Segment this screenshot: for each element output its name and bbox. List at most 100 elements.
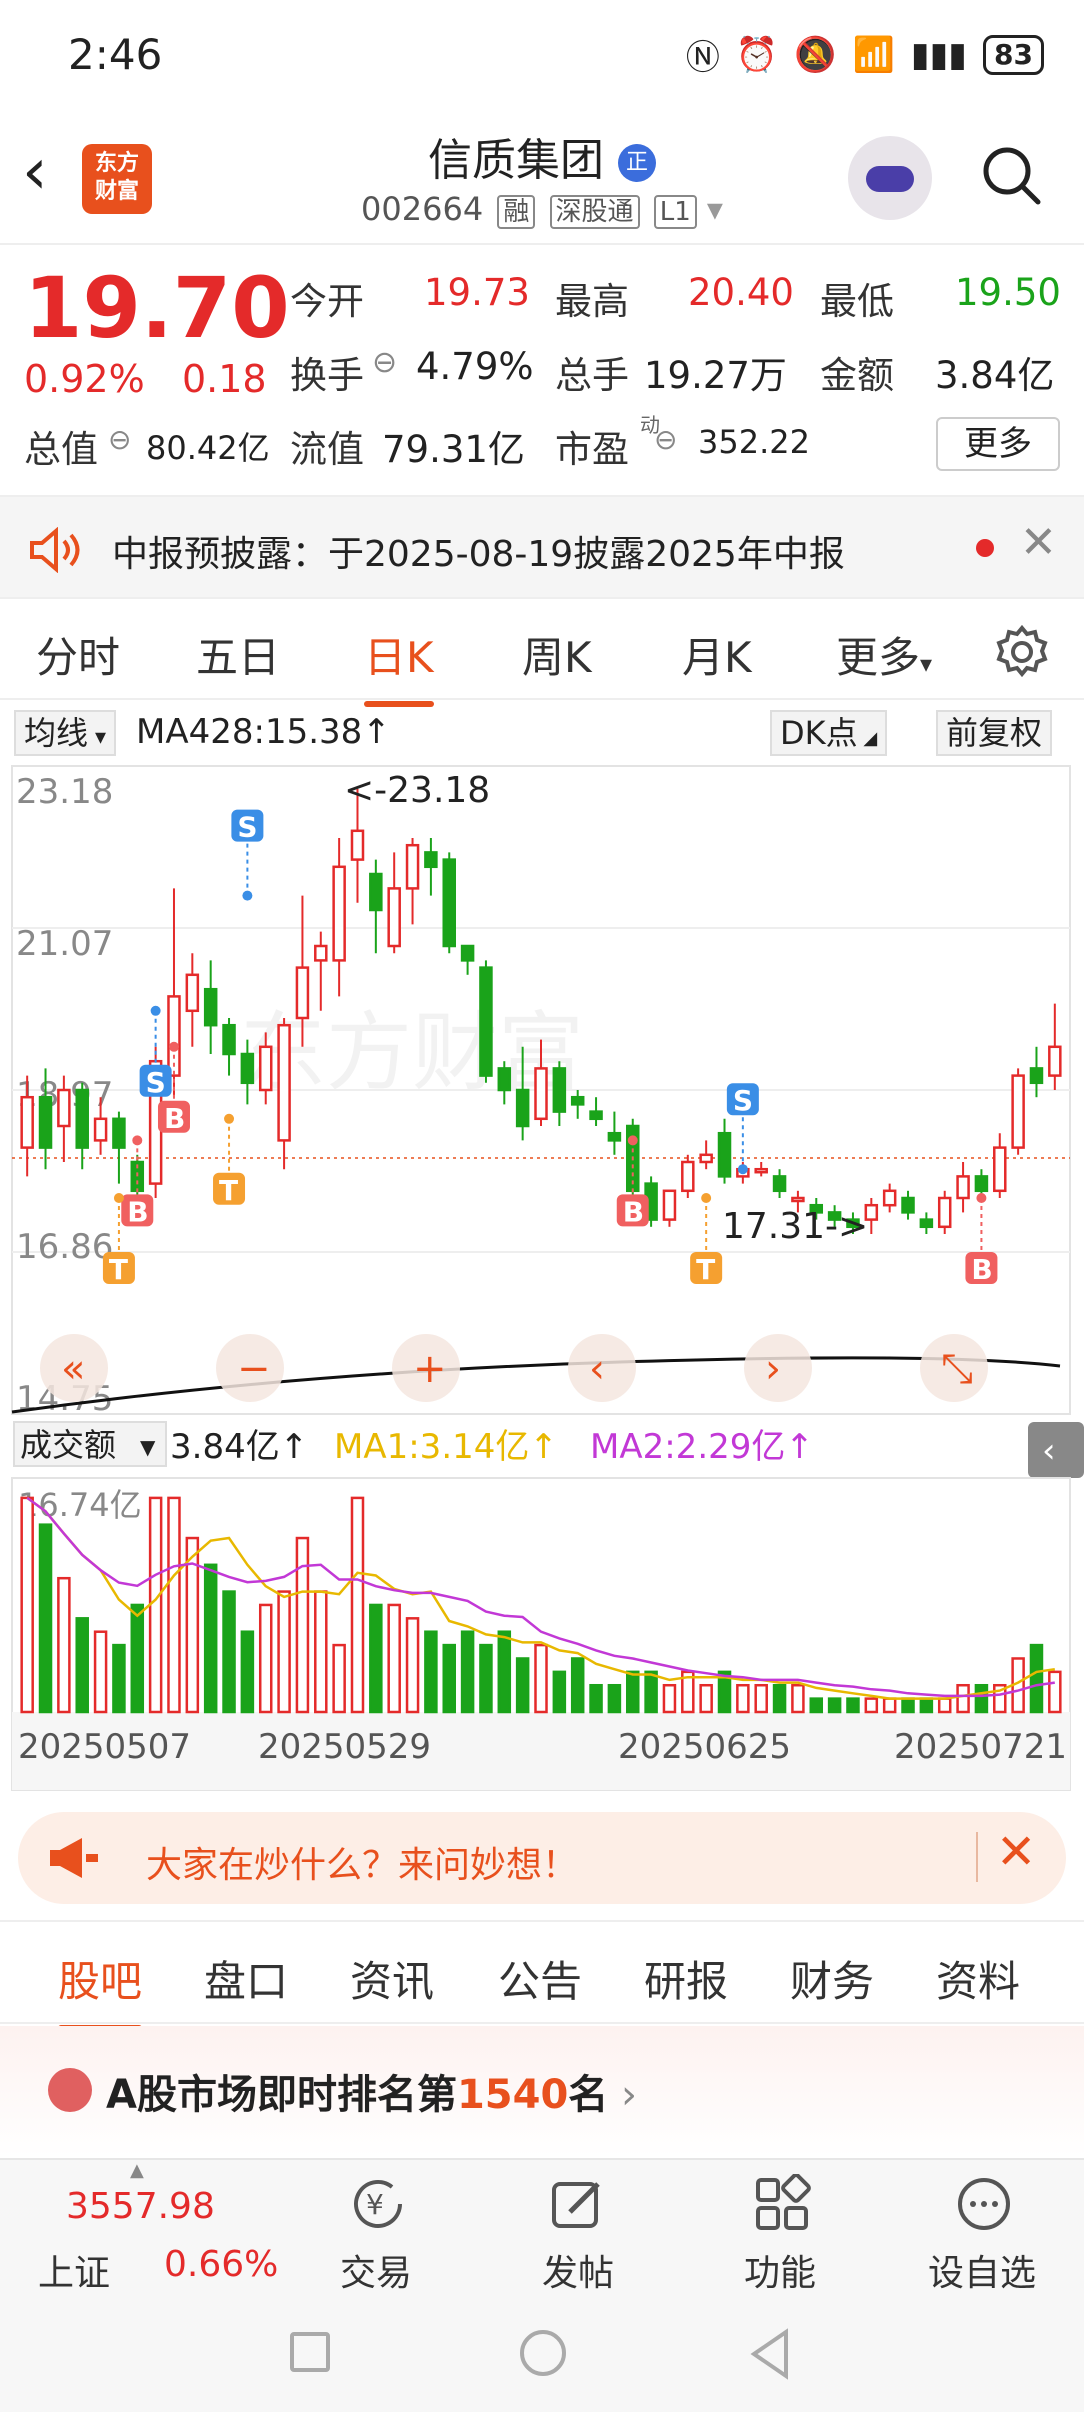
low-label: 最低: [820, 280, 894, 323]
tab-monthly-k[interactable]: 月K: [682, 624, 752, 685]
ma-dropdown[interactable]: 均线 ▾: [14, 710, 117, 756]
tab-daily-k[interactable]: 日K: [364, 624, 434, 707]
tab-news[interactable]: 资讯: [350, 1948, 434, 2009]
nav-trade[interactable]: ¥ 交易: [296, 2160, 456, 2296]
info-icon[interactable]: ⊖: [654, 423, 677, 456]
notice-bar[interactable]: 中报预披露：于2025-08-19披露2025年中报 ✕: [0, 495, 1084, 599]
tab-more[interactable]: 更多▾: [836, 624, 932, 685]
status-icons: Ⓝ ⏰ 🔕 📶 ▮▮▮ 83: [686, 30, 1044, 79]
unread-dot: [976, 539, 994, 557]
back-icon[interactable]: [748, 2328, 792, 2380]
signal-letter: B: [127, 1195, 148, 1228]
tab-weekly-k[interactable]: 周K: [522, 624, 592, 685]
signal-dot: [113, 1193, 124, 1203]
volume-bar: [112, 1643, 126, 1714]
chevron-down-icon[interactable]: ▾: [707, 190, 723, 228]
candle-body: [203, 987, 218, 1027]
quote-panel: 19.70 0.92% 0.18 今开 19.73 最高 20.40 最低 19…: [0, 245, 1084, 495]
candle-body: [772, 1175, 787, 1193]
open-value: 19.73: [424, 271, 530, 314]
adjust-button[interactable]: 前复权: [936, 710, 1053, 756]
signal-letter: B: [164, 1102, 185, 1135]
home-icon[interactable]: [520, 2330, 566, 2376]
volume-bar: [919, 1697, 934, 1714]
dk-point-button[interactable]: DK点 ◢: [770, 710, 888, 756]
signal-letter: B: [971, 1253, 992, 1286]
candle-body: [515, 1088, 530, 1128]
volume-bar: [424, 1630, 438, 1714]
volume-bar: [20, 1496, 34, 1714]
candle-body: [882, 1189, 897, 1207]
signal-dot: [737, 1164, 748, 1175]
signal-dot: [224, 1113, 235, 1124]
volume-bar: [534, 1643, 548, 1714]
battery-indicator: 83: [983, 34, 1044, 75]
candle-body: [699, 1153, 713, 1164]
pe-value: 352.22: [698, 423, 810, 461]
turnover-value: 4.79%: [416, 345, 534, 388]
nav-post[interactable]: 发帖: [498, 2160, 658, 2296]
volume-bar: [772, 1683, 787, 1714]
nav-add-watchlist[interactable]: 设自选: [902, 2160, 1062, 2296]
index-change: 0.66%: [164, 2244, 279, 2285]
search-icon[interactable]: [980, 144, 1042, 206]
index-ticker[interactable]: ▲ 3557.98 上证 0.66%: [0, 2160, 300, 2296]
tab-forum[interactable]: 股吧: [58, 1948, 143, 2031]
tab-orderbook[interactable]: 盘口: [204, 1948, 288, 2009]
double-left-icon-glyph: «: [61, 1346, 85, 1392]
tab-profile[interactable]: 资料: [936, 1948, 1020, 2009]
grid-icon: [756, 2174, 811, 2230]
volume-bar: [167, 1496, 181, 1714]
settings-gear-icon[interactable]: [994, 624, 1050, 680]
candle-body: [1011, 1074, 1025, 1149]
chart-control-bar: 均线 ▾ MA428:15.38↑ DK点 ◢ 前复权: [0, 702, 1084, 762]
volume-bar: [497, 1630, 512, 1714]
info-icon[interactable]: ⊖: [372, 345, 397, 380]
level-badge[interactable]: L1: [653, 195, 697, 229]
volume-bar: [479, 1643, 493, 1714]
volume-bar: [956, 1683, 970, 1714]
chevron-right-icon: ›: [608, 2072, 638, 2118]
more-button[interactable]: 更多: [936, 417, 1060, 471]
recent-apps-icon[interactable]: [290, 2332, 330, 2372]
max-price-label: <-23.18: [344, 770, 490, 811]
close-icon[interactable]: ✕: [996, 1824, 1036, 1880]
float-value: 79.31亿: [382, 428, 525, 471]
x-axis-label: 20250721: [894, 1727, 1067, 1767]
kline-chart[interactable]: 东方财富 23.1821.0718.9716.8614.75 SSBBTTBST…: [0, 762, 1084, 1792]
assistant-robot-icon[interactable]: [848, 136, 932, 220]
signal-letter: B: [623, 1195, 644, 1228]
change-percent: 0.92%: [24, 357, 145, 401]
tab-announcements[interactable]: 公告: [498, 1948, 582, 2009]
collapse-panel-button[interactable]: [1028, 1422, 1084, 1478]
market-rank-row[interactable]: A股市场即时排名第1540名 ›: [0, 2026, 1084, 2156]
volume-bar: [314, 1590, 328, 1714]
volume-bar: [1029, 1643, 1044, 1714]
volume-bar: [240, 1630, 255, 1714]
candle-body: [589, 1110, 603, 1121]
nav-functions[interactable]: 功能: [700, 2160, 860, 2296]
notice-text: 中报预披露：于2025-08-19披露2025年中报: [112, 534, 845, 575]
wifi-icon: 📶: [852, 34, 895, 75]
ma-value: MA428:15.38↑: [136, 712, 391, 752]
watermark-text: 东方财富: [240, 1005, 584, 1101]
chevron-down-icon: ▼: [140, 1435, 156, 1459]
tab-research[interactable]: 研报: [644, 1948, 728, 2009]
ask-assistant-banner[interactable]: 大家在炒什么？来问妙想！ ✕: [18, 1812, 1066, 1904]
tab-five-day[interactable]: 五日: [196, 624, 280, 685]
volume-bar: [754, 1683, 768, 1714]
tab-finance[interactable]: 财务: [790, 1948, 874, 2009]
candle-body: [1048, 1045, 1062, 1077]
info-icon[interactable]: ⊖: [108, 423, 131, 456]
candle-body: [791, 1196, 805, 1203]
chevron-down-icon: ▾: [920, 650, 933, 678]
tab-intraday[interactable]: 分时: [36, 624, 120, 685]
candle-body: [479, 966, 493, 1077]
volume-bar: [405, 1617, 420, 1714]
close-icon[interactable]: ✕: [1020, 517, 1057, 568]
amount-label: 金额: [820, 354, 894, 397]
volume-bar: [937, 1697, 952, 1714]
candle-body: [552, 1067, 567, 1113]
candle-body: [93, 1117, 108, 1142]
volume-bar: [1048, 1670, 1062, 1714]
